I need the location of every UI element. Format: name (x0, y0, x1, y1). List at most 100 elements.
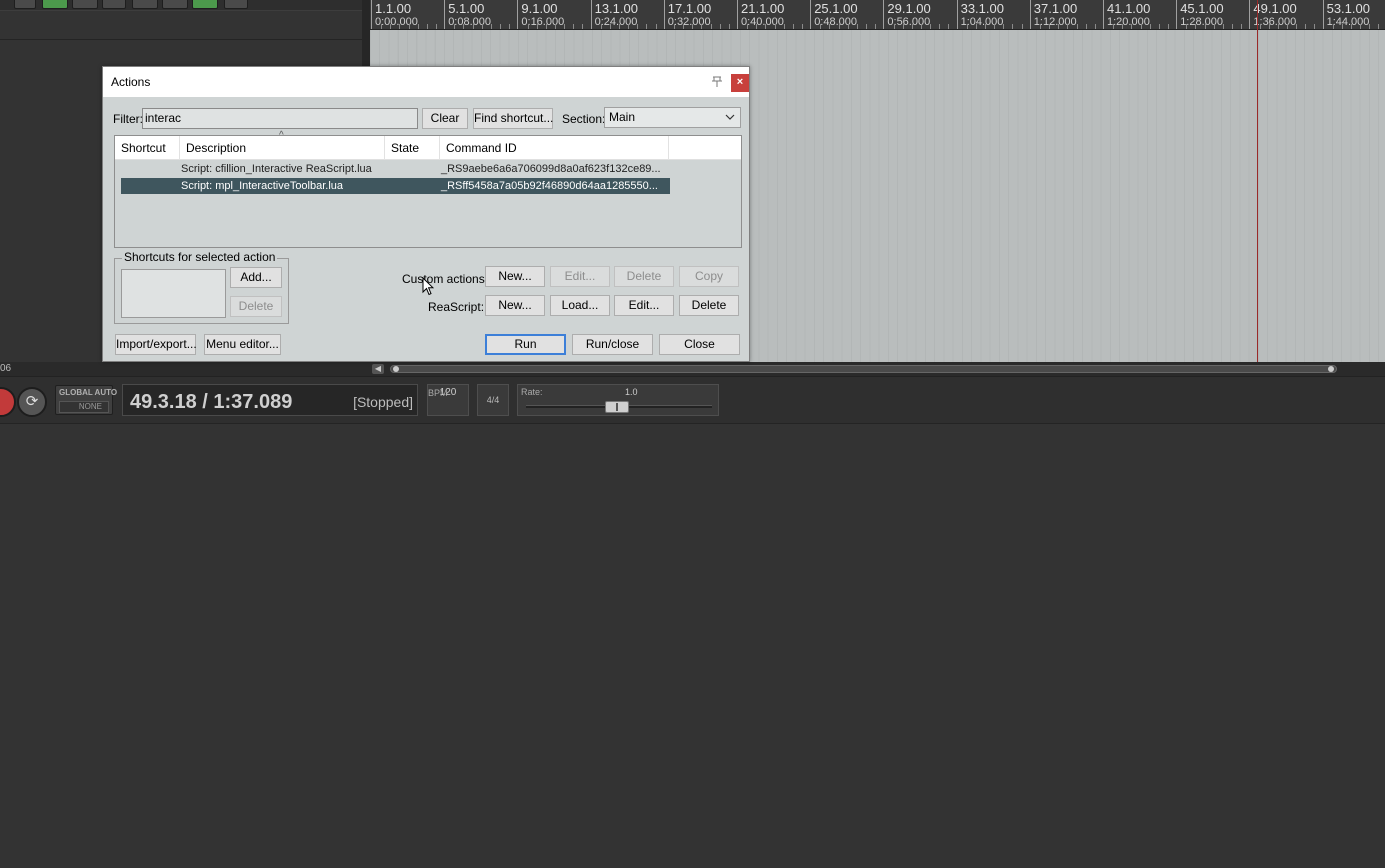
custom-action-new-button[interactable]: New... (485, 266, 545, 287)
section-select[interactable]: Main (604, 107, 741, 128)
add-shortcut-button[interactable]: Add... (230, 267, 282, 288)
scrollbar-thumb[interactable] (390, 365, 1337, 373)
custom-action-edit-button[interactable]: Edit... (550, 266, 610, 287)
run-close-button[interactable]: Run/close (572, 334, 653, 355)
custom-action-delete-button[interactable]: Delete (614, 266, 674, 287)
edit-cursor (1257, 0, 1258, 362)
column-header-command-id[interactable]: Command ID (440, 136, 669, 160)
ruler-tick: 1.1.00 0:00.000 (371, 0, 445, 29)
action-row[interactable]: Script: cfillion_Interactive ReaScript.l… (121, 161, 670, 177)
column-header-state[interactable]: State (385, 136, 440, 160)
toolbar-button-metronome[interactable] (14, 0, 36, 9)
ruler-bar-label: 25.1.00 (814, 1, 858, 16)
ruler-bar-label: 53.1.00 (1326, 1, 1370, 16)
bpm-display[interactable]: BPM 120 (427, 384, 469, 416)
ruler-bar-label: 1.1.00 (375, 1, 412, 16)
scrollbar-knob-left[interactable] (393, 366, 399, 372)
sort-ascending-icon: ^ (279, 130, 284, 141)
custom-action-copy-button[interactable]: Copy (679, 266, 739, 287)
toolbar-button-item-grouping[interactable] (132, 0, 158, 9)
toolbar-button-snap[interactable] (42, 0, 68, 9)
ruler-tick: 45.1.00 1:28.000 (1176, 0, 1250, 29)
ruler-bar-label: 41.1.00 (1107, 1, 1151, 16)
section-value: Main (609, 110, 636, 124)
ruler-tick: 29.1.00 0:56.000 (883, 0, 957, 29)
toolbar-button-settings[interactable] (224, 0, 248, 9)
record-icon[interactable] (0, 387, 16, 417)
tcp-divider (0, 39, 362, 40)
row-description: Script: mpl_InteractiveToolbar.lua (181, 180, 344, 192)
global-auto-value: NONE (59, 401, 109, 413)
scrollbar-knob-right[interactable] (1328, 366, 1334, 372)
ruler-tick: 9.1.00 0:16.000 (517, 0, 591, 29)
reascript-new-button[interactable]: New... (485, 295, 545, 316)
ruler-bar-label: 45.1.00 (1180, 1, 1224, 16)
ruler-bar-label: 5.1.00 (448, 1, 485, 16)
shortcuts-list[interactable] (121, 269, 226, 318)
ruler-tick: 21.1.00 0:40.000 (737, 0, 811, 29)
time-signature[interactable]: 4/4 (477, 384, 509, 416)
reascript-delete-button[interactable]: Delete (679, 295, 739, 316)
ruler-bar-label: 49.1.00 (1253, 1, 1297, 16)
global-automation-button[interactable]: GLOBAL AUTO NONE (55, 385, 117, 415)
close-icon[interactable]: × (731, 74, 749, 92)
rate-slider-handle[interactable] (605, 401, 629, 413)
dialog-title: Actions (111, 75, 151, 89)
import-export-button[interactable]: Import/export... (115, 334, 197, 355)
ruler-tick: 41.1.00 1:20.000 (1103, 0, 1177, 29)
ruler-bar-label: 33.1.00 (960, 1, 1004, 16)
column-header-shortcut[interactable]: Shortcut (115, 136, 180, 160)
timeline-ruler[interactable]: 1.1.00 0:00.000 5.1.00 0:08.000 9.1.00 0:16.0… (370, 0, 1385, 30)
toolbar-button-lock[interactable] (192, 0, 218, 9)
reascript-label: ReaScript: (428, 300, 485, 314)
ruler-bar-label: 13.1.00 (594, 1, 638, 16)
dialog-titlebar[interactable]: Actions × (103, 67, 749, 97)
play-position: 49.3.18 / 1:37.089 (130, 391, 293, 413)
ruler-bar-label: 9.1.00 (521, 1, 558, 16)
filter-input[interactable] (142, 108, 418, 129)
section-label: Section: (562, 112, 606, 126)
ruler-tick: 17.1.00 0:32.000 (663, 0, 738, 29)
menu-editor-button[interactable]: Menu editor... (204, 334, 281, 355)
pin-icon[interactable] (710, 76, 724, 88)
scroll-left-text: 06 (0, 363, 12, 374)
ruler-bar-label: 29.1.00 (887, 1, 931, 16)
delete-shortcut-button[interactable]: Delete (230, 296, 282, 317)
close-button[interactable]: Close (659, 334, 740, 355)
ruler-tick: 53.1.00 1:44.000 (1322, 0, 1385, 29)
time-display[interactable]: 49.3.18 / 1:37.089 [Stopped] (122, 384, 418, 416)
playrate-control: Rate: 1.0 (517, 384, 719, 416)
action-list[interactable]: Shortcut Description State Command ID ^ … (114, 130, 742, 248)
row-command-id: _RS9aebe6a6a706099d8a0af623f132ce89... (441, 163, 661, 175)
custom-actions-label: Custom actions: (402, 272, 489, 286)
toolbar-button-grid[interactable] (72, 0, 98, 9)
ruler-tick: 25.1.00 0:48.000 (810, 0, 884, 29)
shortcuts-group-label: Shortcuts for selected action (122, 250, 278, 264)
repeat-icon[interactable]: ⟳ (17, 387, 47, 417)
bpm-label: BPM (428, 388, 448, 398)
action-row[interactable]: Script: mpl_InteractiveToolbar.lua _RSff5… (121, 178, 670, 194)
run-button[interactable]: Run (485, 334, 566, 355)
ruler-tick: 49.1.00 1:36.000 (1249, 0, 1323, 29)
filter-label: Filter: (113, 112, 143, 126)
ruler-tick: 13.1.00 0:24.000 (590, 0, 665, 29)
clear-button[interactable]: Clear (422, 108, 468, 129)
rate-label: Rate: (521, 387, 543, 397)
mouse-pointer-icon (422, 277, 434, 296)
horizontal-scrollbar[interactable]: 06 ◀ (0, 362, 1385, 376)
global-auto-label: GLOBAL AUTO (59, 388, 118, 397)
scroll-left-arrow-icon[interactable]: ◀ (372, 364, 384, 374)
ruler-tick: 5.1.00 0:08.000 (444, 0, 518, 29)
find-shortcut-button[interactable]: Find shortcut... (473, 108, 553, 129)
ruler-tick: 33.1.00 1:04.000 (956, 0, 1031, 29)
play-state: [Stopped] (353, 394, 413, 410)
reascript-edit-button[interactable]: Edit... (614, 295, 674, 316)
reascript-load-button[interactable]: Load... (550, 295, 610, 316)
toolbar-button-envelope[interactable] (162, 0, 188, 9)
ruler-bar-label: 21.1.00 (741, 1, 785, 16)
list-header: Shortcut Description State Command ID ^ (115, 130, 741, 160)
actions-dialog: Actions × Filter: Clear Find shortcut...… (102, 66, 750, 362)
chevron-down-icon (725, 108, 735, 134)
ruler-tick: 37.1.00 1:12.000 (1029, 0, 1104, 29)
toolbar-button-ripple[interactable] (102, 0, 126, 9)
